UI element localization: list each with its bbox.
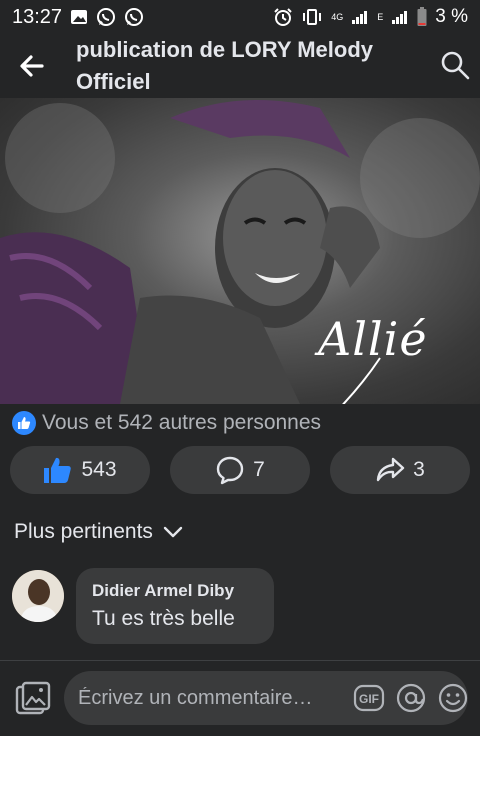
avatar-photo xyxy=(12,570,64,622)
add-photo-button[interactable] xyxy=(14,681,52,719)
avatar[interactable] xyxy=(12,570,64,622)
comment-input-box[interactable]: GIF xyxy=(64,671,468,725)
alarm-icon xyxy=(273,7,293,27)
chevron-down-icon xyxy=(163,526,183,538)
mention-button[interactable] xyxy=(395,682,427,714)
svg-text:GIF: GIF xyxy=(359,692,379,706)
page-title: publication de LORY Melody Officiel xyxy=(76,37,374,94)
back-button[interactable] xyxy=(16,50,48,82)
signature-text: Allié xyxy=(318,312,428,366)
at-sign-icon xyxy=(396,683,426,713)
gif-button[interactable]: GIF xyxy=(353,683,385,713)
app-header: publication de LORY Melody Officiel xyxy=(0,34,480,98)
network-4g-label: 4G xyxy=(331,12,344,22)
whatsapp-icon xyxy=(96,7,116,27)
search-icon xyxy=(441,51,470,80)
signal-icon xyxy=(391,9,409,25)
search-button[interactable] xyxy=(438,48,472,82)
post-photo[interactable]: Allié xyxy=(0,98,480,404)
comment-bubble[interactable]: Didier Armel Diby Tu es très belle xyxy=(76,568,274,644)
sort-label: Plus pertinents xyxy=(14,520,153,543)
share-arrow-icon xyxy=(376,457,405,482)
like-count: 543 xyxy=(81,458,117,481)
status-bar: 13:27 4G E 3 % xyxy=(0,0,480,34)
like-button[interactable]: 543 xyxy=(10,446,150,494)
emoji-button[interactable] xyxy=(437,682,469,714)
thumbs-up-icon xyxy=(44,457,72,483)
status-left: 13:27 xyxy=(12,6,144,29)
like-reaction-icon xyxy=(12,411,36,435)
photo-icon xyxy=(15,681,51,715)
comment-button[interactable]: 7 xyxy=(170,446,310,494)
gallery-notification-icon xyxy=(70,9,88,25)
comment-text: Tu es très belle xyxy=(92,607,235,630)
battery-percent: 3 % xyxy=(435,6,468,27)
status-time: 13:27 xyxy=(12,5,63,28)
signal-icon xyxy=(351,9,369,25)
smiley-icon xyxy=(438,683,468,713)
comment-bubble-icon xyxy=(216,456,244,485)
share-count: 3 xyxy=(413,458,425,481)
whatsapp-icon xyxy=(124,7,144,27)
comment-composer: GIF xyxy=(0,660,480,736)
comment-author[interactable]: Didier Armel Diby xyxy=(92,580,258,602)
comment-input[interactable] xyxy=(78,686,343,710)
comment-count: 7 xyxy=(253,458,265,481)
gif-icon: GIF xyxy=(353,684,385,712)
app-screen: 13:27 4G E 3 % publication de LORY Melod… xyxy=(0,0,480,736)
network-e-label: E xyxy=(377,12,384,22)
vibrate-icon xyxy=(301,8,323,26)
status-right: 4G E 3 % xyxy=(273,6,468,28)
comment-sort-dropdown[interactable]: Plus pertinents xyxy=(14,516,183,548)
battery-icon xyxy=(417,7,427,27)
reactions-summary-text: Vous et 542 autres personnes xyxy=(42,411,322,434)
share-button[interactable]: 3 xyxy=(330,446,470,494)
reactions-summary[interactable]: Vous et 542 autres personnes xyxy=(12,408,321,438)
back-arrow-icon xyxy=(20,55,44,77)
